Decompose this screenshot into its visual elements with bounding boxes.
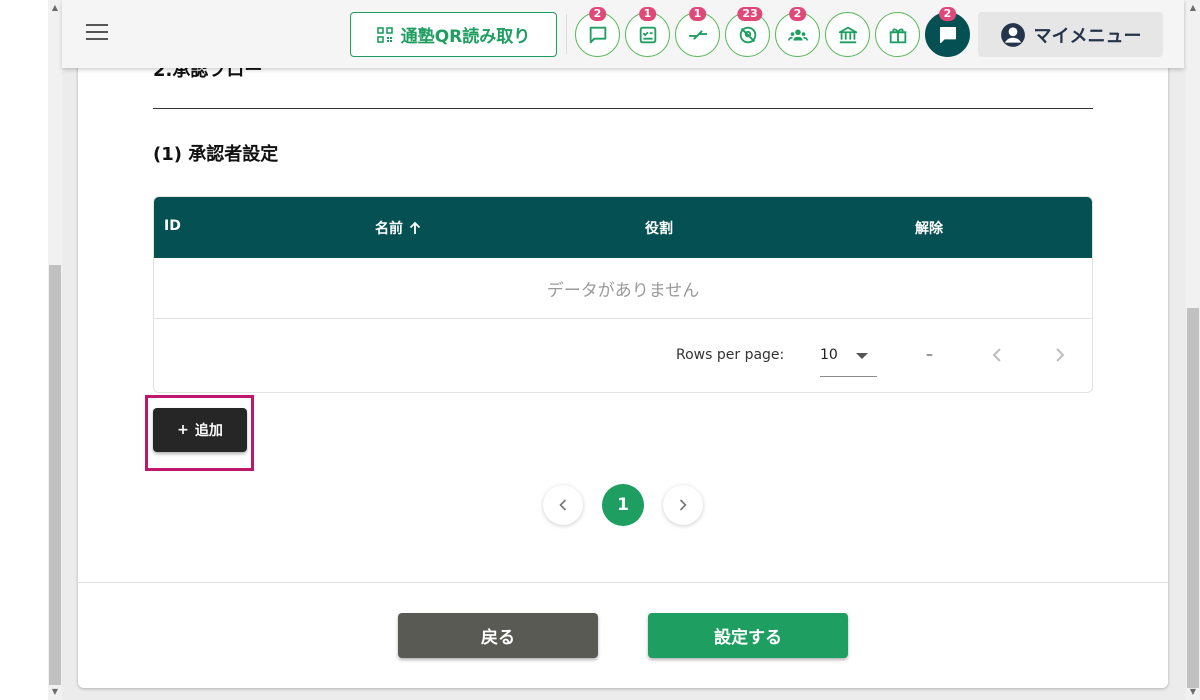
messages-button[interactable]: 2 xyxy=(925,7,970,57)
next-page-button[interactable] xyxy=(663,485,703,525)
group-button[interactable]: 2 xyxy=(775,7,820,57)
location-off-badge: 23 xyxy=(737,7,763,21)
prev-page-button[interactable] xyxy=(543,485,583,525)
approver-table: ID 名前 役割 解除 データがありません Rows per page: 10 … xyxy=(153,196,1093,393)
bank-button[interactable] xyxy=(825,12,870,57)
table-header: ID 名前 役割 解除 xyxy=(154,197,1092,258)
add-approver-button[interactable]: + 追加 xyxy=(153,408,247,452)
group-badge: 2 xyxy=(788,7,807,21)
chat-badge: 2 xyxy=(588,7,607,21)
header-separator xyxy=(566,14,567,54)
merge-badge: 1 xyxy=(688,7,707,21)
left-page-margin xyxy=(0,0,48,700)
location-off-icon xyxy=(739,26,756,43)
chevron-right-icon xyxy=(679,499,687,511)
plus-icon: + xyxy=(177,422,189,438)
section-divider xyxy=(153,108,1093,109)
merge-arrows-icon xyxy=(688,29,707,40)
pagination-range: – xyxy=(926,347,933,363)
chevron-left-icon xyxy=(992,348,1001,362)
left-scrollbar-thumb[interactable] xyxy=(49,265,61,685)
empty-table-message: データがありません xyxy=(154,258,1092,319)
approver-settings-heading: (1) 承認者設定 xyxy=(153,144,279,165)
column-header-name[interactable]: 名前 xyxy=(375,218,423,238)
qr-scan-label: 通塾QR読み取り xyxy=(400,27,531,47)
right-scrollbar-thumb[interactable] xyxy=(1187,308,1199,688)
gift-icon xyxy=(889,27,906,43)
rows-per-page-label: Rows per page: xyxy=(676,347,785,363)
chevron-left-icon xyxy=(559,499,567,511)
left-scroll-down-arrow[interactable]: ▼ xyxy=(49,686,61,698)
chat-button[interactable]: 2 xyxy=(575,7,620,57)
chevron-right-icon xyxy=(1056,348,1065,362)
rows-per-page-value: 10 xyxy=(820,347,838,363)
checklist-badge: 1 xyxy=(638,7,657,21)
group-icon xyxy=(787,29,808,41)
message-filled-icon xyxy=(939,26,956,43)
checklist-icon xyxy=(639,26,656,43)
add-button-label: 追加 xyxy=(194,423,223,439)
right-scroll-down-arrow[interactable]: ▼ xyxy=(1187,686,1199,698)
account-circle-icon xyxy=(1000,22,1025,47)
table-next-page-button[interactable] xyxy=(1048,343,1072,367)
messages-badge: 2 xyxy=(938,7,957,21)
back-button[interactable]: 戻る xyxy=(398,613,598,658)
column-header-remove[interactable]: 解除 xyxy=(915,218,943,238)
my-menu-button[interactable]: マイメニュー xyxy=(978,12,1163,57)
sort-arrow-up-icon xyxy=(409,221,421,234)
column-header-id[interactable]: ID xyxy=(164,218,181,234)
hamburger-menu-icon[interactable] xyxy=(86,24,108,42)
checklist-button[interactable]: 1 xyxy=(625,7,670,57)
right-scroll-up-arrow[interactable]: ▲ xyxy=(1187,2,1199,14)
bank-icon xyxy=(838,26,857,43)
table-prev-page-button[interactable] xyxy=(985,343,1009,367)
left-scroll-up-arrow[interactable]: ▲ xyxy=(49,2,61,14)
column-header-role[interactable]: 役割 xyxy=(645,218,673,238)
chat-bubble-icon xyxy=(589,26,606,43)
merge-button[interactable]: 1 xyxy=(675,7,720,57)
qr-code-icon xyxy=(376,26,393,43)
rows-per-page-select[interactable]: 10 xyxy=(820,343,877,377)
qr-scan-button[interactable]: 通塾QR読み取り xyxy=(350,12,557,57)
gift-button[interactable] xyxy=(875,12,920,57)
submit-settings-button[interactable]: 設定する xyxy=(648,613,848,658)
location-off-button[interactable]: 23 xyxy=(725,7,770,57)
footer-divider xyxy=(78,582,1168,583)
page-1-button[interactable]: 1 xyxy=(602,484,644,526)
dropdown-caret-icon xyxy=(856,353,868,359)
my-menu-label: マイメニュー xyxy=(1033,25,1142,47)
